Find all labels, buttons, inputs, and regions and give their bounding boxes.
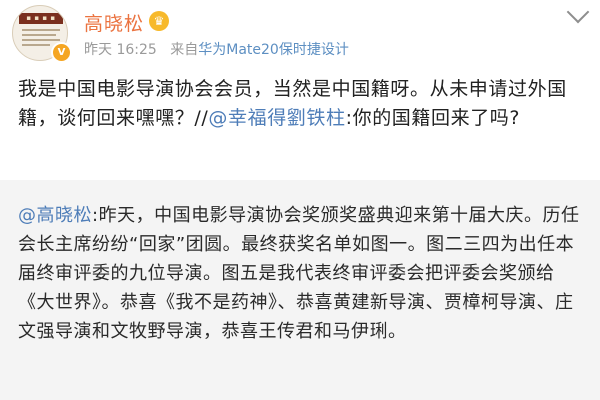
- avatar-logo: ▪ ▪ ▪ ▪: [19, 13, 63, 24]
- repost-author-mention[interactable]: @高晓松: [18, 205, 92, 226]
- post-text-tail: :你的国籍回来了吗?: [345, 107, 521, 129]
- mention-link[interactable]: @幸福得劉铁柱: [208, 107, 345, 129]
- repost-text: @高晓松:昨天，中国电影导演协会奖颁奖盛典迎来第十届大庆。历任会长主席纷纷“回家…: [18, 201, 584, 346]
- chevron-down-icon[interactable]: [566, 0, 590, 24]
- repost-body: :昨天，中国电影导演协会奖颁奖盛典迎来第十届大庆。历任会长主席纷纷“回家”团圆。…: [18, 205, 580, 342]
- author-name[interactable]: 高晓松: [84, 9, 144, 36]
- post-time: 昨天 16:25: [84, 42, 157, 58]
- crown-icon[interactable]: ♛: [149, 11, 169, 31]
- avatar[interactable]: ▪ ▪ ▪ ▪ V: [12, 5, 72, 63]
- avatar-detail: [22, 44, 50, 46]
- reposted-content[interactable]: @高晓松:昨天，中国电影导演协会奖颁奖盛典迎来第十届大庆。历任会长主席纷纷“回家…: [0, 180, 600, 400]
- post-header: ▪ ▪ ▪ ▪ V 高晓松 ♛ 昨天 16:25 来自华为Mate20保时捷设计: [0, 0, 600, 66]
- via-prefix: 来自: [170, 42, 199, 58]
- avatar-detail: [22, 39, 60, 41]
- verified-v-icon: V: [51, 42, 72, 63]
- post-text: 我是中国电影导演协会会员，当然是中国籍呀。从未申请过外国籍，谈何回来嘿嘿？//@…: [18, 75, 584, 133]
- avatar-detail: [22, 34, 56, 36]
- avatar-detail: [22, 29, 60, 31]
- device-link[interactable]: 华为Mate20保时捷设计: [198, 42, 349, 58]
- post-meta: 昨天 16:25 来自华为Mate20保时捷设计: [84, 39, 349, 59]
